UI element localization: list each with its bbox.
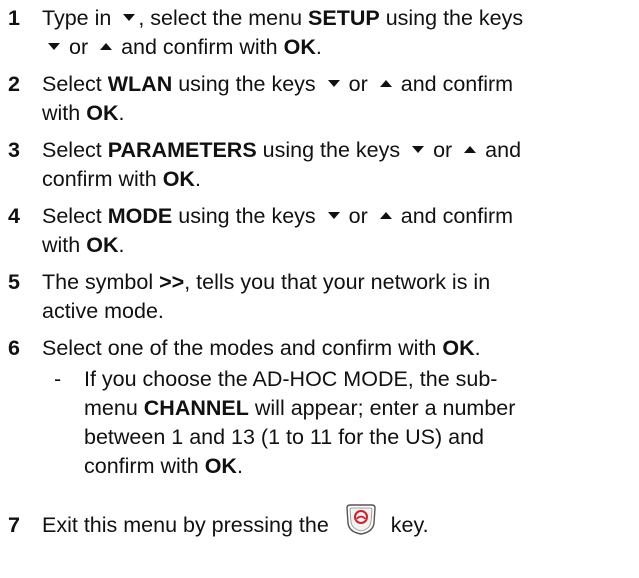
- sub-item-dash: -: [54, 367, 62, 391]
- step-text: .: [118, 101, 125, 125]
- step-text: and confirm: [400, 72, 514, 96]
- step-text: , select the menu: [138, 6, 303, 30]
- arrow-down-icon: [123, 13, 136, 21]
- step-5: 5 The symbol >>, tells you that your net…: [0, 268, 639, 326]
- step-line: Exit this menu by pressing the key.: [42, 504, 635, 540]
- key-name: OK: [442, 336, 475, 360]
- arrow-down-icon: [327, 79, 340, 87]
- key-name: OK: [162, 167, 195, 191]
- step-text: .: [315, 35, 322, 59]
- step-text: The symbol: [42, 270, 154, 294]
- step-text: , tells you that your network is in: [184, 270, 491, 294]
- step-1: 1 Type in , select the menu SETUP using …: [0, 4, 639, 62]
- step-text: using the keys: [262, 138, 401, 162]
- instruction-steps: 1 Type in , select the menu SETUP using …: [0, 4, 639, 548]
- red-end-call-key-icon: [346, 504, 376, 536]
- symbol-name: >>: [159, 270, 185, 294]
- step-number: 5: [8, 270, 20, 294]
- step-line: with OK.: [42, 99, 635, 128]
- step-text: confirm with: [42, 167, 157, 191]
- key-name: OK: [86, 101, 119, 125]
- step-line: Select MODE using the keys or and confir…: [42, 202, 635, 231]
- menu-name: WLAN: [107, 72, 173, 96]
- step-7: 7 Exit this menu by pressing the key.: [0, 504, 639, 540]
- step-text: Type in: [42, 6, 112, 30]
- step-text: .: [474, 336, 481, 360]
- sub-item: - If you choose the AD-HOC MODE, the sub…: [42, 365, 635, 481]
- step-line: confirm with OK.: [42, 165, 635, 194]
- menu-name: SETUP: [308, 6, 380, 30]
- menu-name: CHANNEL: [143, 396, 249, 420]
- step-4: 4 Select MODE using the keys or and conf…: [0, 202, 639, 260]
- step-number: 7: [8, 513, 20, 537]
- step-text: active mode.: [42, 299, 164, 323]
- key-name: OK: [283, 35, 316, 59]
- step-number: 4: [8, 204, 20, 228]
- step-text: and confirm with: [121, 35, 278, 59]
- step-text: with: [42, 101, 81, 125]
- step-text: .: [118, 233, 125, 257]
- step-text: .: [194, 167, 201, 191]
- sub-item-line: between 1 and 13 (1 to 11 for the US) an…: [84, 425, 485, 449]
- arrow-down-icon: [48, 42, 60, 50]
- step-line: Select PARAMETERS using the keys or and: [42, 136, 635, 165]
- step-number: 1: [8, 6, 20, 30]
- step-line: or and confirm with OK.: [42, 33, 635, 62]
- sub-item-line: menu CHANNEL will appear; enter a number: [84, 394, 635, 423]
- step-line: Select WLAN using the keys or and confir…: [42, 70, 635, 99]
- sub-item-line: If you choose the AD-HOC MODE, the sub-: [84, 367, 498, 391]
- key-name: OK: [86, 233, 119, 257]
- step-number: 3: [8, 138, 20, 162]
- step-2: 2 Select WLAN using the keys or and conf…: [0, 70, 639, 128]
- arrow-up-icon: [464, 145, 477, 153]
- step-text: using the keys: [178, 72, 316, 96]
- step-text: Select one of the modes and confirm with: [42, 336, 437, 360]
- step-text: or: [348, 204, 368, 228]
- step-text: or: [348, 72, 368, 96]
- arrow-down-icon: [327, 211, 340, 219]
- step-text: .: [236, 454, 243, 478]
- key-name: OK: [204, 454, 237, 478]
- menu-name: MODE: [107, 204, 173, 228]
- step-text: menu: [84, 396, 138, 420]
- step-text: and: [485, 138, 522, 162]
- step-text: will appear; enter a number: [254, 396, 516, 420]
- step-line: with OK.: [42, 231, 635, 260]
- step-text: Select: [42, 204, 102, 228]
- step-line: Select one of the modes and confirm with…: [42, 334, 635, 363]
- step-6: 6 Select one of the modes and confirm wi…: [0, 334, 639, 481]
- step-number: 2: [8, 72, 20, 96]
- step-text: using the keys: [385, 6, 524, 30]
- arrow-up-icon: [100, 42, 113, 50]
- sub-item-line: confirm with OK.: [84, 452, 635, 481]
- step-text: confirm with: [84, 454, 199, 478]
- arrow-up-icon: [379, 79, 392, 87]
- step-text: with: [42, 233, 81, 257]
- arrow-up-icon: [379, 211, 392, 219]
- step-text: using the keys: [178, 204, 316, 228]
- step-text: Select: [42, 138, 102, 162]
- step-text: and confirm: [400, 204, 514, 228]
- step-text: Exit this menu by pressing the: [42, 513, 329, 537]
- step-text: key.: [390, 513, 429, 537]
- step-line: active mode.: [42, 297, 635, 326]
- step-number: 6: [8, 336, 20, 360]
- step-text: or: [68, 35, 89, 59]
- menu-name: PARAMETERS: [107, 138, 257, 162]
- step-line: The symbol >>, tells you that your netwo…: [42, 268, 635, 297]
- step-3: 3 Select PARAMETERS using the keys or an…: [0, 136, 639, 194]
- arrow-down-icon: [412, 145, 425, 153]
- step-line: Type in , select the menu SETUP using th…: [42, 4, 635, 33]
- step-text: Select: [42, 72, 102, 96]
- step-text: or: [433, 138, 453, 162]
